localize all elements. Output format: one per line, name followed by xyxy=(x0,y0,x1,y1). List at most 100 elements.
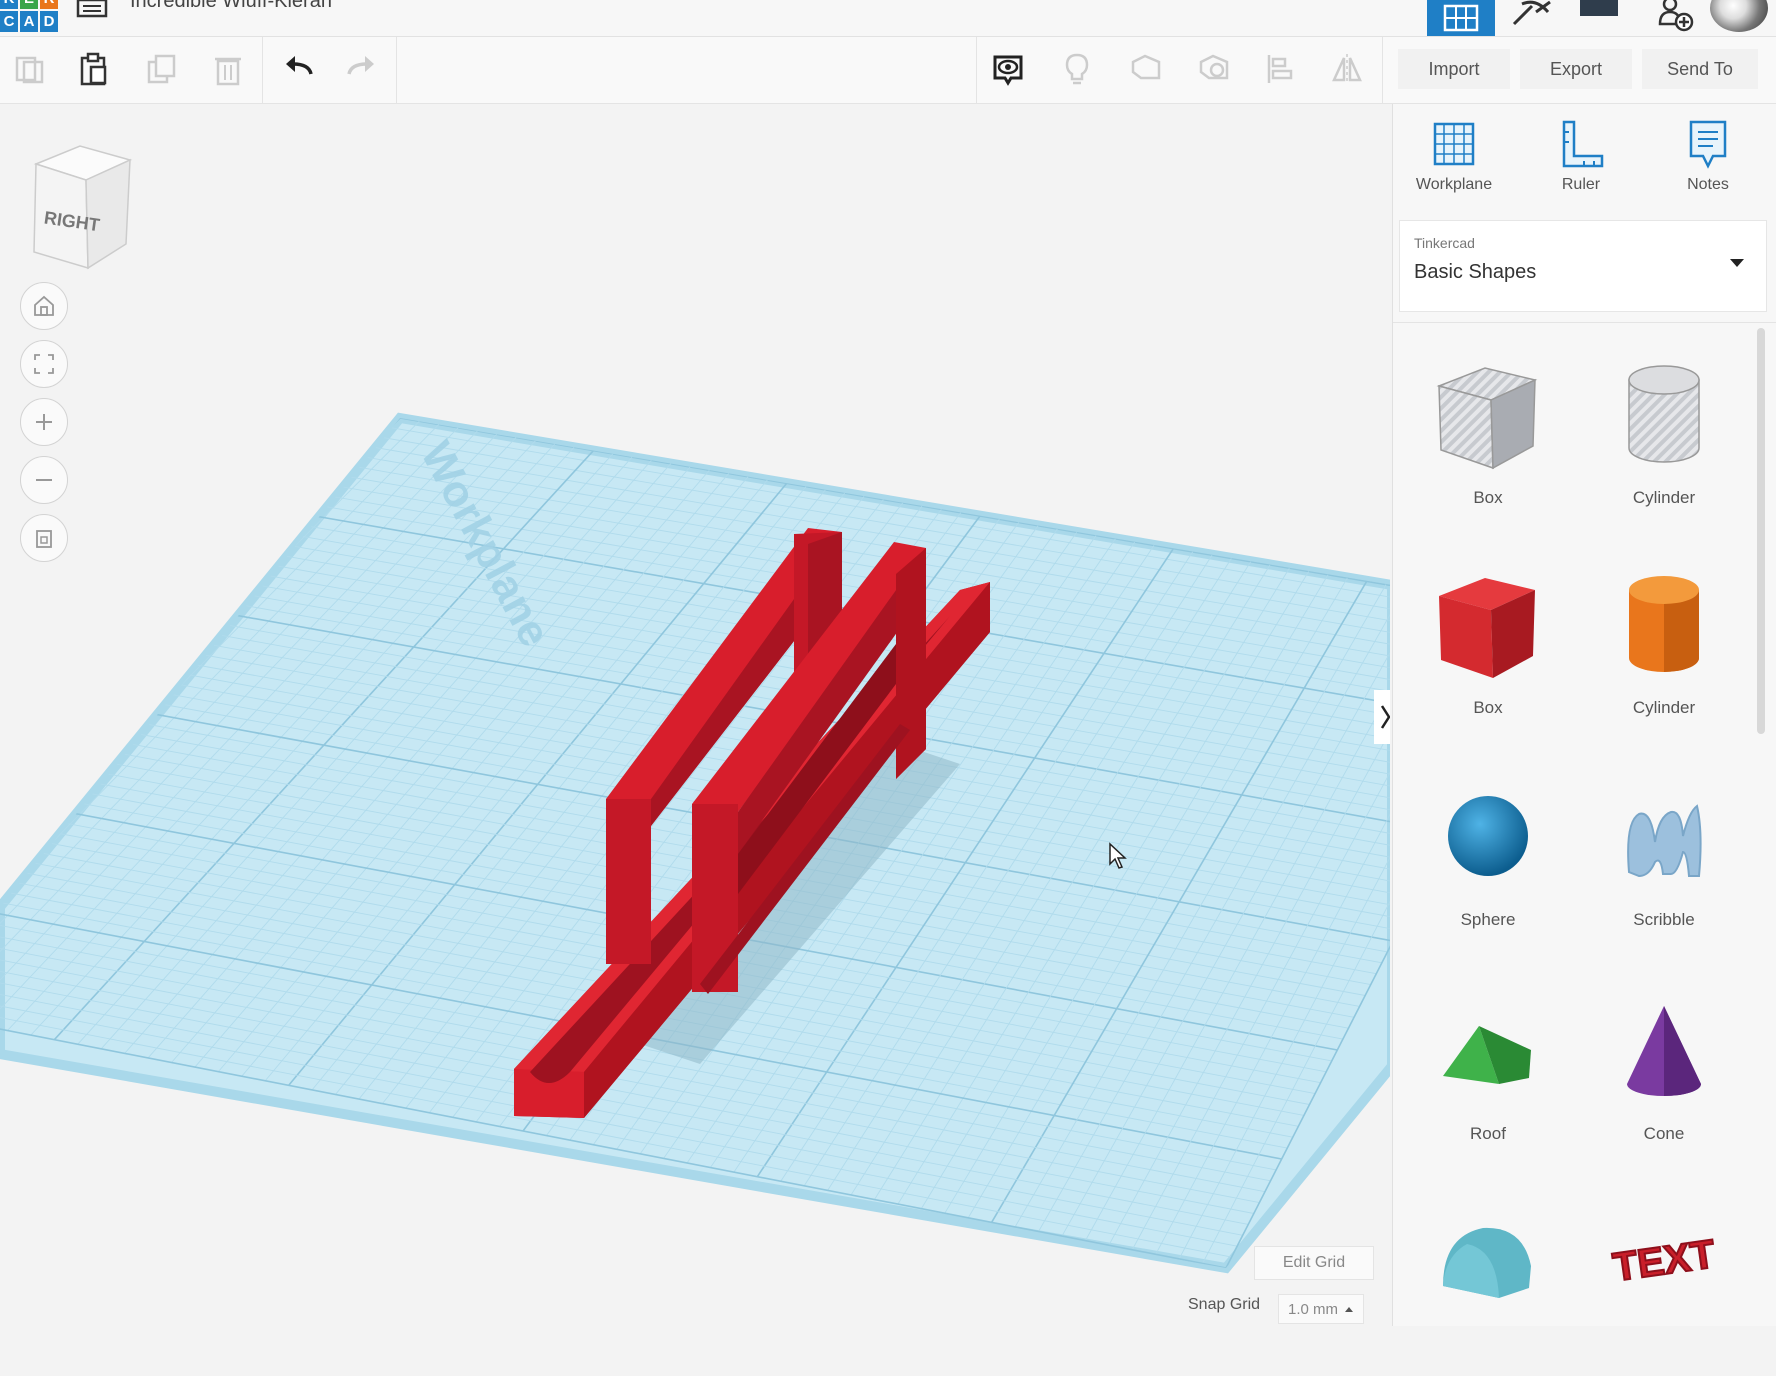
plus-icon xyxy=(36,414,52,430)
shape-sphere[interactable]: Sphere xyxy=(1403,762,1573,952)
mouse-cursor xyxy=(1109,842,1127,869)
shapes-panel: Workplane Ruler Notes Tinkercad Basic Sh… xyxy=(1392,104,1776,1326)
caret-up-icon xyxy=(1345,1307,1353,1312)
collapse-panel-button[interactable] xyxy=(1374,690,1390,744)
logo-letter: E xyxy=(20,0,38,9)
text-shape-icon: TEXT xyxy=(1609,1231,1718,1291)
redo-button[interactable] xyxy=(340,47,384,91)
chevron-right-icon xyxy=(1380,705,1390,729)
text-shape-lettering: TEXT xyxy=(1610,1232,1717,1290)
library-name: Basic Shapes xyxy=(1414,261,1537,283)
undo-icon xyxy=(286,56,313,75)
cone-icon xyxy=(1627,1006,1701,1096)
align-button[interactable] xyxy=(1258,47,1302,91)
design-title[interactable]: Incredible Wluff-Kieran xyxy=(130,0,332,13)
lightbulb-icon xyxy=(1065,53,1089,85)
group-button[interactable] xyxy=(1124,47,1168,91)
edit-grid-button[interactable]: Edit Grid xyxy=(1254,1246,1374,1280)
minus-icon xyxy=(36,479,52,481)
shape-label: Scribble xyxy=(1633,910,1695,929)
logo-letter: A xyxy=(20,11,38,32)
show-all-button[interactable] xyxy=(986,47,1030,91)
cylinder-hole-icon xyxy=(1628,365,1700,463)
ruler-tool-button[interactable]: Ruler xyxy=(1526,118,1636,208)
shape-roof[interactable]: Roof xyxy=(1403,976,1573,1166)
notes-tool-button[interactable]: Notes xyxy=(1653,118,1763,208)
user-avatar[interactable] xyxy=(1710,0,1768,32)
ortho-view-button[interactable] xyxy=(20,514,68,562)
notes-icon xyxy=(1689,120,1727,169)
workplane-viewport[interactable]: Workplane RIGHT Edit Grid Snap Grid 1.0 … xyxy=(0,104,1390,1326)
duplicate-button[interactable] xyxy=(140,47,184,91)
roof-icon xyxy=(1443,1026,1531,1084)
shape-label: Roof xyxy=(1470,1124,1506,1143)
ungroup-shape-icon xyxy=(1199,54,1229,80)
shape-cylinder-hole[interactable]: Cylinder xyxy=(1579,340,1749,530)
scribble-icon xyxy=(1627,804,1702,878)
shape-label: Cylinder xyxy=(1632,698,1696,717)
fit-view-button[interactable] xyxy=(20,340,68,388)
redo-icon xyxy=(347,56,374,75)
workplane-tool-button[interactable]: Workplane xyxy=(1399,118,1509,208)
export-button[interactable]: Export xyxy=(1520,49,1632,89)
workplane-scene[interactable]: Workplane xyxy=(0,104,1390,1326)
box-hole-icon xyxy=(1436,367,1538,470)
delete-button[interactable] xyxy=(206,47,250,91)
logo-letter: K xyxy=(0,0,18,9)
shape-library-select[interactable]: Tinkercad Basic Shapes xyxy=(1399,220,1767,312)
logo-letter: C xyxy=(0,11,18,32)
shape-round-roof[interactable] xyxy=(1403,1186,1573,1376)
shapes-scrollbar[interactable] xyxy=(1757,328,1765,734)
shape-label: Cylinder xyxy=(1632,488,1696,507)
pickaxe-icon[interactable] xyxy=(1510,0,1554,26)
design-list-icon[interactable] xyxy=(76,0,110,18)
shape-text[interactable]: TEXT xyxy=(1579,1186,1749,1376)
ruler-tool-label: Ruler xyxy=(1561,176,1601,193)
shape-label: Box xyxy=(1473,698,1503,717)
zoom-in-button[interactable] xyxy=(20,398,68,446)
toolbar-divider xyxy=(396,37,397,103)
import-button[interactable]: Import xyxy=(1398,49,1510,89)
box-icon xyxy=(1439,578,1535,678)
hint-button[interactable] xyxy=(1055,47,1099,91)
add-user-icon[interactable] xyxy=(1652,0,1696,32)
toolbar-divider xyxy=(976,37,977,103)
view-cube[interactable]: RIGHT xyxy=(26,140,136,270)
shape-label: Sphere xyxy=(1460,910,1516,929)
shape-box[interactable]: Box xyxy=(1403,550,1573,740)
copy-icon xyxy=(15,56,44,84)
group-shape-icon xyxy=(1131,54,1161,80)
dropdown-caret-icon xyxy=(1730,259,1744,267)
shape-cylinder[interactable]: Cylinder xyxy=(1579,550,1749,740)
3d-design-view-button[interactable] xyxy=(1427,0,1495,36)
top-bar: K E R C A D Incredible Wluff-Kieran xyxy=(0,0,1776,37)
toolbar: Import Export Send To xyxy=(0,37,1776,104)
duplicate-icon xyxy=(147,54,176,84)
home-view-button[interactable] xyxy=(20,282,68,330)
send-to-button[interactable]: Send To xyxy=(1642,49,1758,89)
panel-divider xyxy=(1393,322,1776,323)
perspective-cube-icon xyxy=(36,530,52,548)
ungroup-button[interactable] xyxy=(1192,47,1236,91)
tinkercad-logo[interactable]: K E R C A D xyxy=(0,0,58,32)
undo-button[interactable] xyxy=(276,47,320,91)
shape-cone[interactable]: Cone xyxy=(1579,976,1749,1166)
home-icon xyxy=(34,295,54,316)
toolbar-divider xyxy=(262,37,263,103)
lessons-button[interactable] xyxy=(1580,0,1618,16)
zoom-out-button[interactable] xyxy=(20,456,68,504)
snap-grid-value: 1.0 mm xyxy=(1287,1300,1338,1318)
shape-box-hole[interactable]: Box xyxy=(1403,340,1573,530)
logo-letter: R xyxy=(40,0,58,9)
library-source-label: Tinkercad xyxy=(1414,235,1475,251)
snap-grid-select[interactable]: 1.0 mm xyxy=(1278,1294,1364,1324)
snap-grid-label: Snap Grid xyxy=(1188,1296,1261,1313)
copy-button[interactable] xyxy=(8,47,52,91)
paste-icon xyxy=(80,52,107,86)
shape-label: Box xyxy=(1473,488,1503,507)
workplane-icon xyxy=(1433,122,1475,166)
workplane-tool-label: Workplane xyxy=(1415,176,1493,193)
mirror-button[interactable] xyxy=(1325,47,1369,91)
paste-button[interactable] xyxy=(72,47,116,91)
shape-scribble[interactable]: Scribble xyxy=(1579,762,1749,952)
